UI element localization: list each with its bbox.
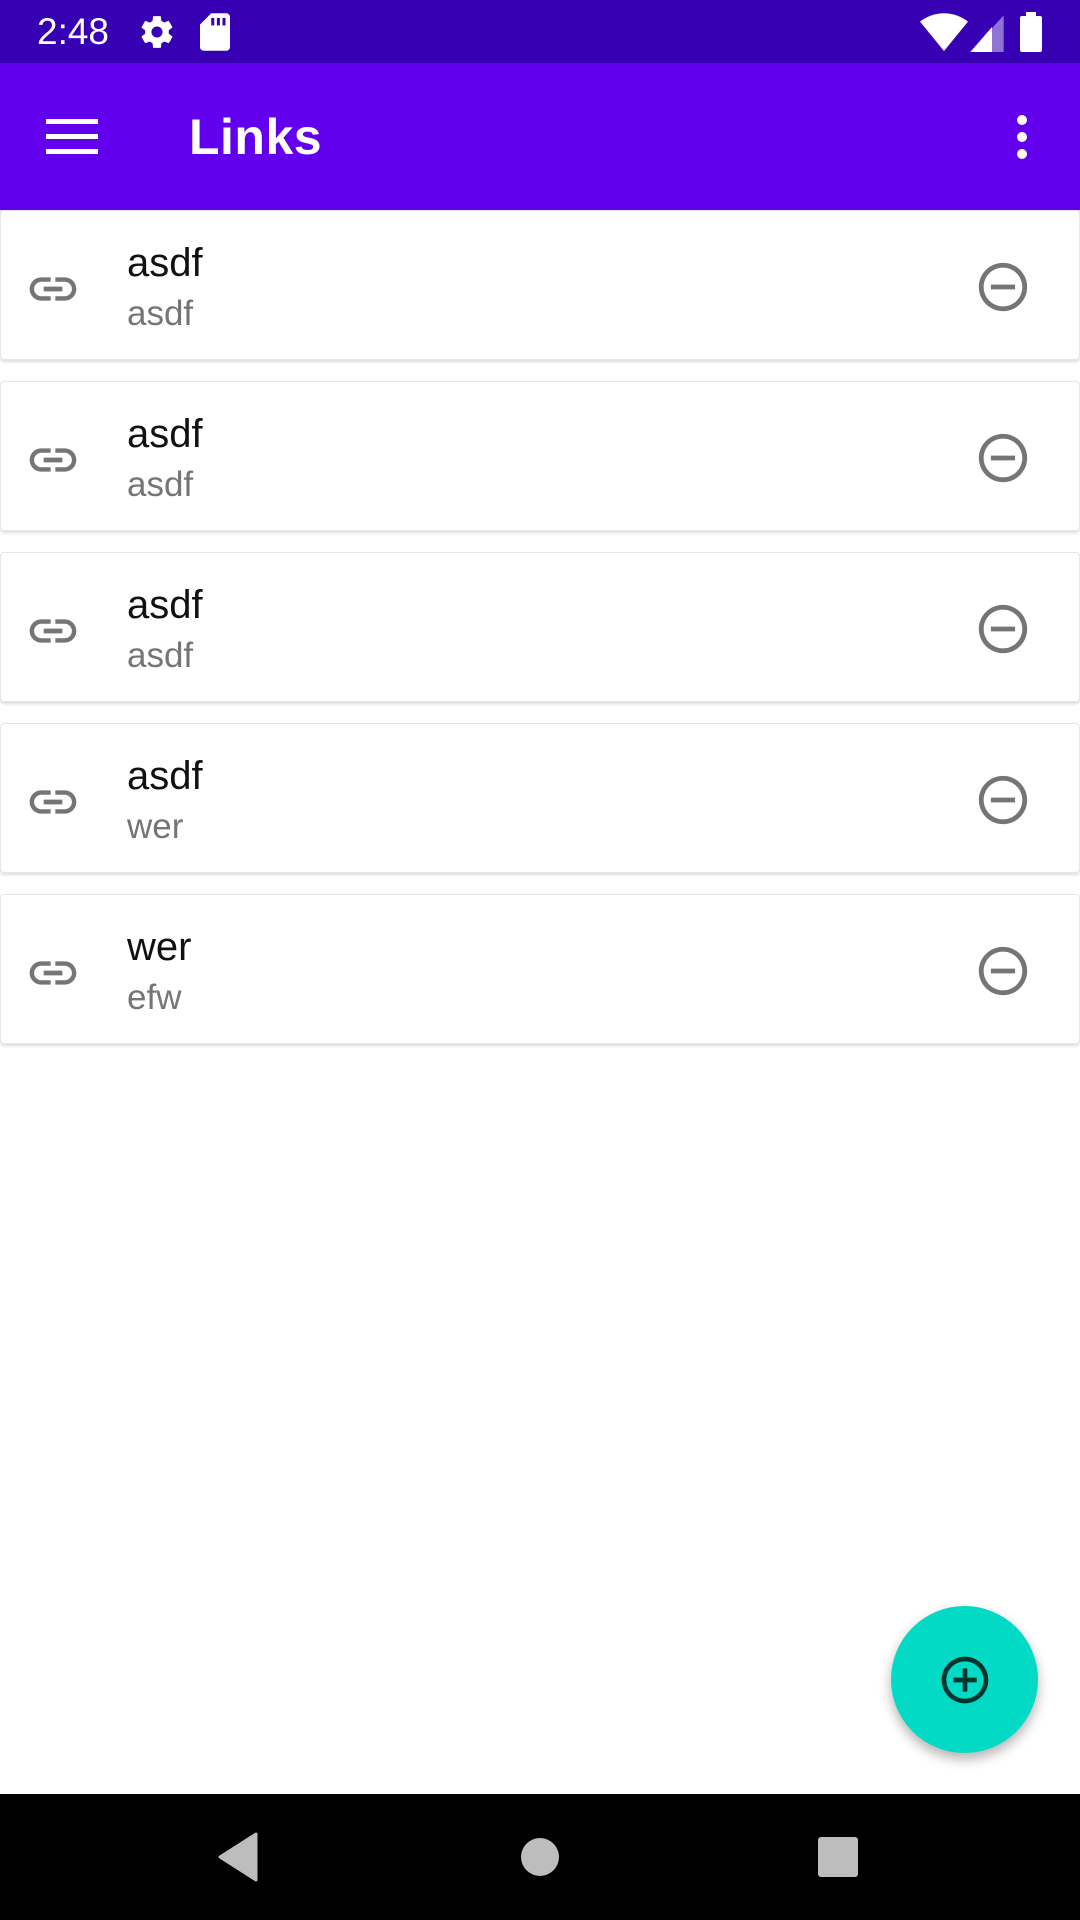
gear-icon: [141, 16, 173, 48]
more-vert-icon: [1017, 115, 1027, 159]
status-bar: 2:48: [0, 0, 1080, 63]
link-subtitle: asdf: [127, 636, 194, 675]
wifi-icon: [920, 13, 968, 51]
link-title: asdf: [127, 583, 203, 627]
link-title: wer: [127, 925, 192, 969]
remove-circle-icon: [978, 946, 1028, 996]
home-icon: [521, 1838, 559, 1876]
back-icon: [218, 1832, 258, 1882]
link-icon: [29, 277, 77, 301]
recents-icon: [818, 1837, 858, 1877]
remove-link-button[interactable]: [973, 770, 1033, 830]
page-title: Links: [189, 109, 323, 165]
add-link-button[interactable]: [891, 1606, 1038, 1753]
list-item[interactable]: asdf asdf: [0, 210, 1080, 360]
home-button[interactable]: [510, 1827, 570, 1887]
link-icon: [29, 448, 77, 472]
remove-circle-icon: [978, 775, 1028, 825]
recents-button[interactable]: [808, 1827, 868, 1887]
remove-link-button[interactable]: [973, 941, 1033, 1001]
remove-link-button[interactable]: [973, 257, 1033, 317]
link-subtitle: asdf: [127, 465, 194, 504]
link-subtitle: wer: [127, 807, 184, 846]
list-item[interactable]: wer efw: [0, 894, 1080, 1044]
back-button[interactable]: [208, 1827, 268, 1887]
list-item[interactable]: asdf asdf: [0, 552, 1080, 702]
link-icon: [29, 790, 77, 814]
remove-link-button[interactable]: [973, 599, 1033, 659]
status-time: 2:48: [37, 11, 110, 52]
link-title: asdf: [127, 412, 203, 456]
app-bar: Links: [0, 63, 1080, 210]
remove-circle-icon: [978, 433, 1028, 483]
list-item[interactable]: asdf wer: [0, 723, 1080, 873]
remove-link-button[interactable]: [973, 428, 1033, 488]
battery-icon: [1020, 12, 1042, 52]
link-subtitle: asdf: [127, 294, 194, 333]
link-icon: [29, 619, 77, 643]
link-title: asdf: [127, 241, 203, 285]
link-icon: [29, 961, 77, 985]
menu-button[interactable]: [30, 105, 114, 169]
cell-signal-icon: [970, 15, 1004, 52]
navigation-bar: [0, 1794, 1080, 1920]
more-options-button[interactable]: [1000, 105, 1044, 169]
screen: 2:48 Links asdf asdf asdf asdf asdf asdf…: [0, 0, 1080, 1920]
remove-circle-icon: [978, 262, 1028, 312]
sd-card-icon: [200, 13, 230, 51]
list-item[interactable]: asdf asdf: [0, 381, 1080, 531]
link-subtitle: efw: [127, 978, 182, 1017]
hamburger-menu-icon: [46, 119, 98, 154]
add-circle-icon: [941, 1656, 988, 1703]
remove-circle-icon: [978, 604, 1028, 654]
link-title: asdf: [127, 754, 203, 798]
